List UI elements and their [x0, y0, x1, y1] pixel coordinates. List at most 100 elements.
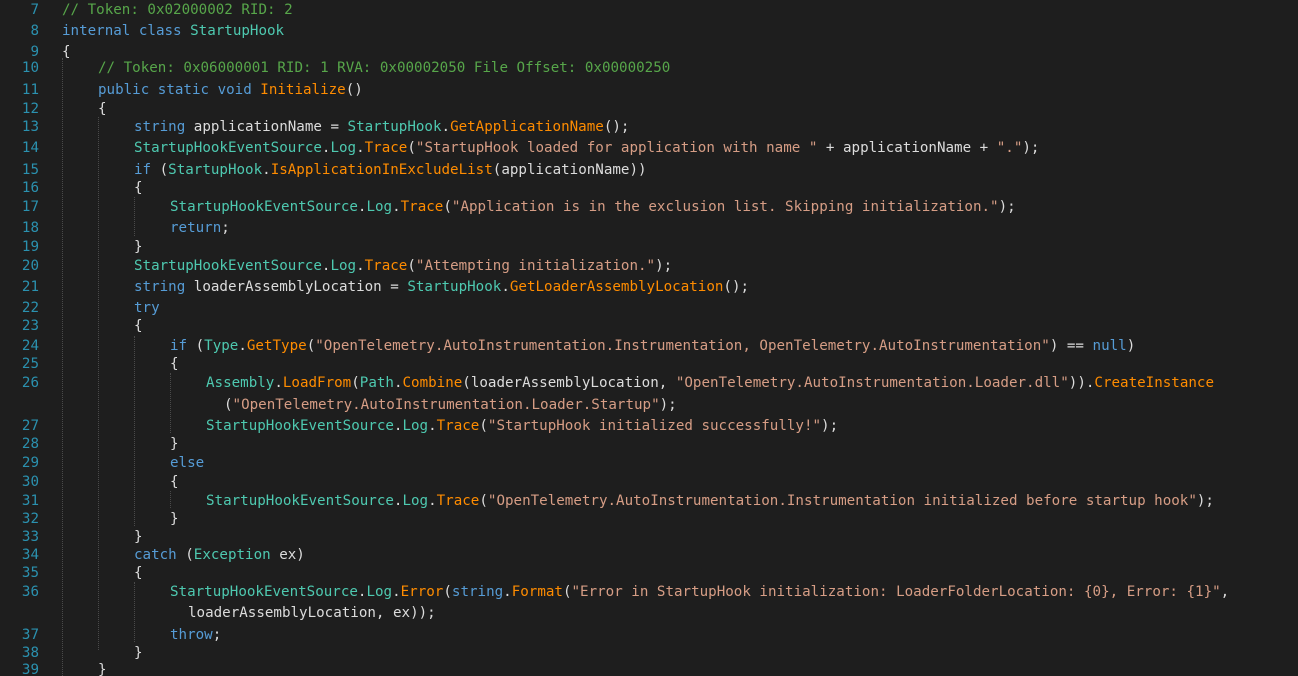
- code-token: }: [134, 239, 143, 255]
- code-token: ) ==: [1049, 338, 1093, 354]
- code-token: Initialize: [260, 82, 346, 98]
- code-token: (: [195, 338, 205, 354]
- code-token: StartupHookEventSource: [206, 418, 394, 434]
- indent-guide: [134, 582, 135, 642]
- code-token: );: [1022, 140, 1040, 156]
- code-token: StartupHookEventSource: [170, 584, 358, 600]
- code-token: null: [1092, 338, 1127, 354]
- code-token: StartupHook: [347, 119, 442, 135]
- indent-guide: [170, 491, 171, 508]
- code-token: {: [170, 356, 179, 372]
- code-text: {: [98, 99, 107, 120]
- code-token: {: [134, 180, 143, 196]
- code-token: StartupHook: [168, 162, 263, 178]
- code-token: GetType: [246, 338, 307, 354]
- code-token: .: [274, 375, 283, 391]
- code-text: {: [170, 354, 179, 375]
- code-token: Format: [511, 584, 563, 600]
- code-text: // Token: 0x02000002 RID: 2: [62, 0, 293, 21]
- code-token: (: [159, 162, 169, 178]
- code-text: }: [98, 660, 107, 676]
- code-text: throw;: [170, 625, 221, 646]
- indent-guide: [62, 58, 63, 676]
- code-text: if (Type.GetType("OpenTelemetry.AutoInst…: [170, 336, 1135, 357]
- line-number: 28: [21, 436, 39, 452]
- code-text: }: [134, 643, 143, 664]
- code-token: "OpenTelemetry.AutoInstrumentation.Loade…: [675, 375, 1069, 391]
- code-token: CreateInstance: [1094, 375, 1214, 391]
- code-token: .: [501, 279, 510, 295]
- line-number: 20: [21, 258, 39, 274]
- code-token: );: [998, 199, 1016, 215]
- code-token: Exception: [193, 547, 271, 563]
- code-text: internal class StartupHook: [62, 21, 284, 42]
- code-token: .: [392, 584, 401, 600]
- code-token: (: [562, 584, 572, 600]
- code-token: (: [479, 418, 488, 434]
- code-token: "StartupHook initialized successfully!": [487, 418, 822, 434]
- code-token: Trace: [400, 199, 444, 215]
- line-number: 35: [21, 565, 39, 581]
- line-number: 13: [21, 119, 39, 135]
- line-number: 25: [21, 356, 39, 372]
- code-token: throw: [170, 627, 213, 643]
- code-token: Log: [366, 199, 393, 215]
- code-text: {: [170, 472, 179, 493]
- code-token: Path: [359, 375, 394, 391]
- code-token: (: [351, 375, 360, 391]
- code-token: // Token: 0x02000002 RID: 2: [62, 2, 293, 18]
- code-token: (loaderAssemblyLocation,: [462, 375, 676, 391]
- code-token: StartupHookEventSource: [170, 199, 358, 215]
- code-text: ("OpenTelemetry.AutoInstrumentation.Load…: [224, 395, 677, 416]
- code-text: StartupHookEventSource.Log.Trace("OpenTe…: [206, 491, 1214, 512]
- code-text: StartupHookEventSource.Log.Trace("Applic…: [170, 197, 1016, 218]
- code-token: {: [134, 318, 143, 334]
- code-text: public static void Initialize(): [98, 80, 363, 101]
- code-text: StartupHookEventSource.Log.Trace("Startu…: [206, 416, 838, 437]
- code-token: }: [98, 662, 107, 676]
- code-token: (: [443, 199, 452, 215]
- code-token: Log: [330, 258, 357, 274]
- line-number: 14: [21, 140, 39, 156]
- line-number: 39: [21, 662, 39, 676]
- code-token: Error: [400, 584, 444, 600]
- code-editor[interactable]: 7 // Token: 0x02000002 RID: 2 8 internal cl…: [0, 0, 1298, 676]
- code-token: (: [443, 584, 452, 600]
- code-token: StartupHook: [190, 23, 285, 39]
- code-token: ;: [212, 627, 222, 643]
- code-text: Assembly.LoadFrom(Path.Combine(loaderAss…: [206, 373, 1214, 394]
- line-number: 8: [30, 23, 39, 39]
- code-token: GetLoaderAssemblyLocation: [509, 279, 724, 295]
- indent-guide: [170, 373, 171, 433]
- code-token: (: [185, 547, 194, 563]
- code-token: ): [1126, 338, 1136, 354]
- code-text: {: [134, 316, 143, 337]
- code-token: "Error in StartupHook initialization: Lo…: [571, 584, 1221, 600]
- code-token: Type: [204, 338, 239, 354]
- code-token: {: [98, 101, 107, 117]
- code-text: string applicationName = StartupHook.Get…: [134, 117, 629, 138]
- code-token: "OpenTelemetry.AutoInstrumentation.Instr…: [315, 338, 1050, 354]
- line-number: 19: [21, 239, 39, 255]
- code-text: string loaderAssemblyLocation = StartupH…: [134, 277, 749, 298]
- code-text: if (StartupHook.IsApplicationInExcludeLi…: [134, 160, 647, 181]
- code-token: }: [134, 529, 143, 545]
- code-token: Trace: [364, 258, 408, 274]
- code-token: .: [356, 258, 365, 274]
- code-token: (: [407, 258, 416, 274]
- line-number: 10: [21, 60, 39, 76]
- code-text: }: [170, 509, 179, 530]
- code-token: {: [62, 44, 71, 60]
- code-token: .: [238, 338, 247, 354]
- indent-guide: [98, 117, 99, 650]
- code-text: StartupHookEventSource.Log.Trace("Startu…: [134, 138, 1039, 159]
- line-number: 17: [21, 199, 39, 215]
- code-token: .: [392, 199, 401, 215]
- code-token: StartupHookEventSource: [134, 258, 322, 274]
- code-token: string: [134, 279, 194, 295]
- code-token: );: [659, 397, 677, 413]
- code-token: applicationName =: [193, 119, 348, 135]
- code-token: .: [428, 418, 437, 434]
- code-token: );: [821, 418, 839, 434]
- code-token: // Token: 0x06000001 RID: 1 RVA: 0x00002…: [98, 60, 671, 76]
